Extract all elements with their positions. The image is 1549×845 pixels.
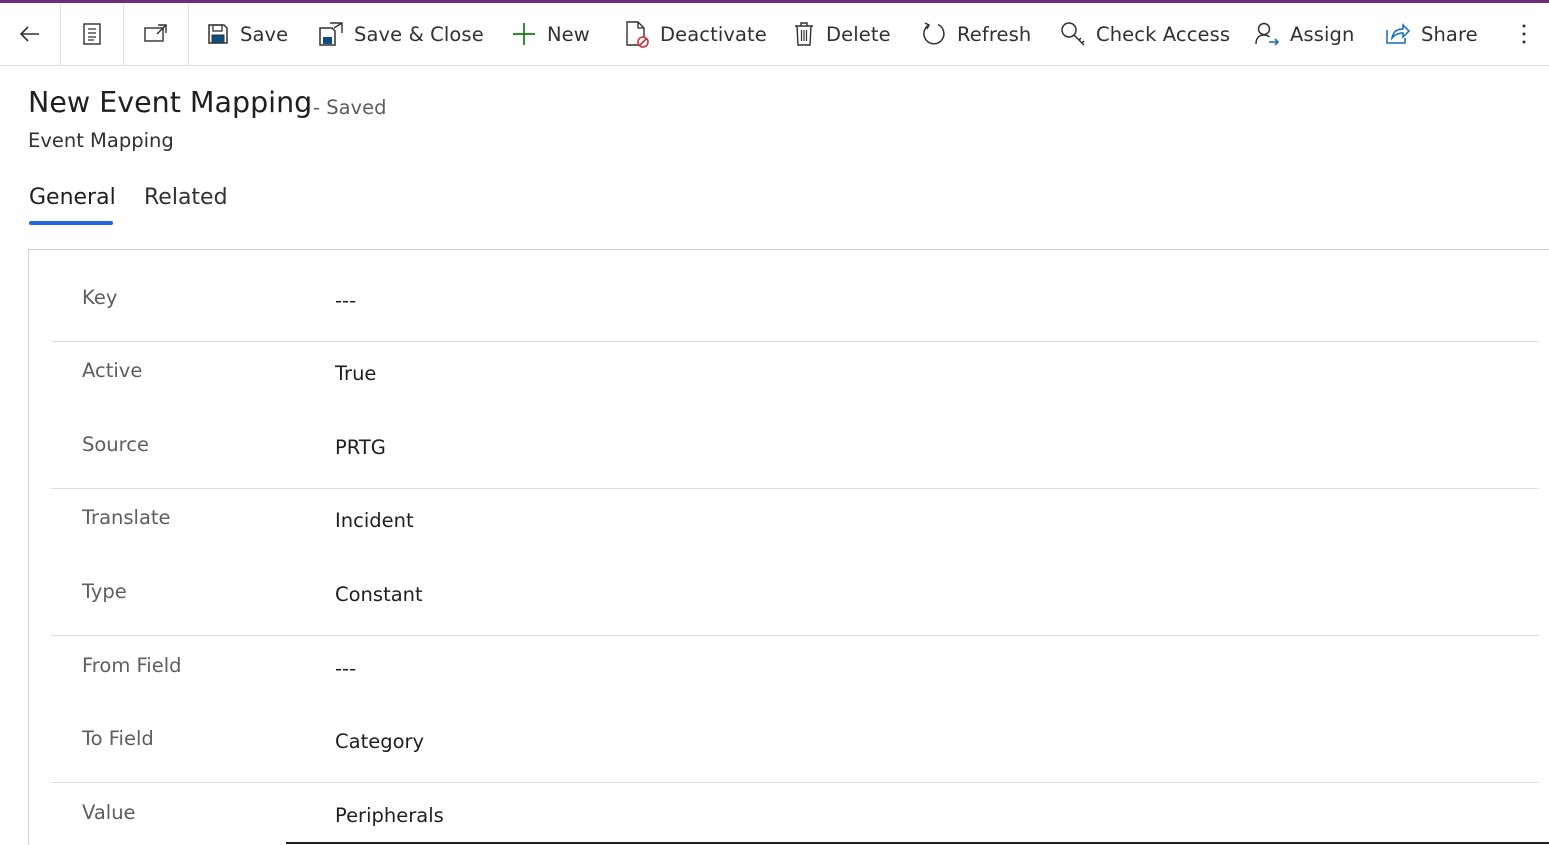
check-access-button[interactable]: Check Access: [1060, 3, 1230, 65]
check-access-label: Check Access: [1096, 22, 1231, 46]
field-value-active[interactable]: True: [335, 362, 376, 385]
plus-icon: [513, 23, 535, 45]
save-label: Save: [240, 22, 289, 46]
save-button[interactable]: Save: [206, 3, 288, 65]
back-arrow-icon: [19, 26, 39, 42]
field-row-value: Value Peripherals: [29, 801, 1549, 841]
field-value-from-field[interactable]: ---: [335, 657, 356, 680]
form-selector-icon: [83, 23, 101, 45]
save-and-close-label: Save & Close: [354, 22, 484, 46]
share-icon: [1386, 23, 1411, 44]
assign-label: Assign: [1290, 22, 1355, 46]
save-and-close-button[interactable]: Save & Close: [318, 3, 484, 65]
field-divider: [51, 341, 1539, 342]
field-value-type[interactable]: Constant: [335, 583, 423, 606]
more-vertical-icon: [1522, 24, 1526, 44]
assign-button[interactable]: Assign: [1254, 3, 1354, 65]
tab-general[interactable]: General: [29, 185, 116, 210]
field-label-source: Source: [82, 433, 149, 456]
new-button[interactable]: New: [511, 3, 590, 65]
field-divider: [51, 635, 1539, 636]
trash-icon: [795, 22, 813, 46]
field-label-value: Value: [82, 801, 136, 824]
field-value-to-field[interactable]: Category: [335, 730, 424, 753]
refresh-icon: [923, 22, 945, 45]
deactivate-icon: [626, 21, 649, 48]
field-row-key: Key ---: [29, 286, 1549, 326]
share-button[interactable]: Share: [1385, 3, 1478, 65]
active-tab-indicator: [29, 221, 113, 225]
field-row-source: Source PRTG: [29, 433, 1549, 473]
field-divider: [51, 782, 1539, 783]
form-selector-button[interactable]: [61, 3, 124, 65]
refresh-button[interactable]: Refresh: [921, 3, 1031, 65]
field-row-translate: Translate Incident: [29, 506, 1549, 546]
field-value-source[interactable]: PRTG: [335, 436, 386, 459]
share-label: Share: [1421, 22, 1478, 46]
record-title: New Event Mapping: [28, 86, 313, 119]
field-row-from-field: From Field ---: [29, 654, 1549, 694]
tab-related[interactable]: Related: [144, 185, 228, 210]
refresh-label: Refresh: [957, 22, 1032, 46]
entity-name: Event Mapping: [28, 129, 174, 152]
field-label-key: Key: [82, 286, 118, 309]
deactivate-button[interactable]: Deactivate: [624, 3, 767, 65]
field-row-active: Active True: [29, 359, 1549, 399]
check-access-icon: [1061, 22, 1085, 46]
field-value-key[interactable]: ---: [335, 289, 356, 312]
back-button[interactable]: [0, 3, 61, 65]
open-in-new-window-button[interactable]: [124, 3, 189, 65]
new-label: New: [547, 22, 590, 46]
delete-label: Delete: [826, 22, 891, 46]
field-divider: [51, 488, 1539, 489]
field-row-to-field: To Field Category: [29, 727, 1549, 767]
command-bar: Save Save & Close New Deactivate Delete …: [0, 3, 1549, 66]
deactivate-label: Deactivate: [660, 22, 767, 46]
save-icon: [208, 24, 228, 44]
record-save-status: - Saved: [313, 96, 387, 119]
form-section-general: Key --- Active True Source PRTG Translat…: [28, 249, 1549, 845]
field-label-type: Type: [82, 580, 127, 603]
open-in-new-window-icon: [144, 24, 167, 42]
field-label-translate: Translate: [82, 506, 171, 529]
field-value-value[interactable]: Peripherals: [335, 804, 444, 827]
field-row-type: Type Constant: [29, 580, 1549, 620]
delete-button[interactable]: Delete: [792, 3, 891, 65]
save-and-close-icon: [319, 22, 343, 46]
field-label-from-field: From Field: [82, 654, 182, 677]
field-label-active: Active: [82, 359, 143, 382]
more-commands-button[interactable]: [1512, 3, 1536, 65]
field-label-to-field: To Field: [82, 727, 154, 750]
field-value-translate[interactable]: Incident: [335, 509, 414, 532]
assign-icon: [1255, 22, 1280, 46]
